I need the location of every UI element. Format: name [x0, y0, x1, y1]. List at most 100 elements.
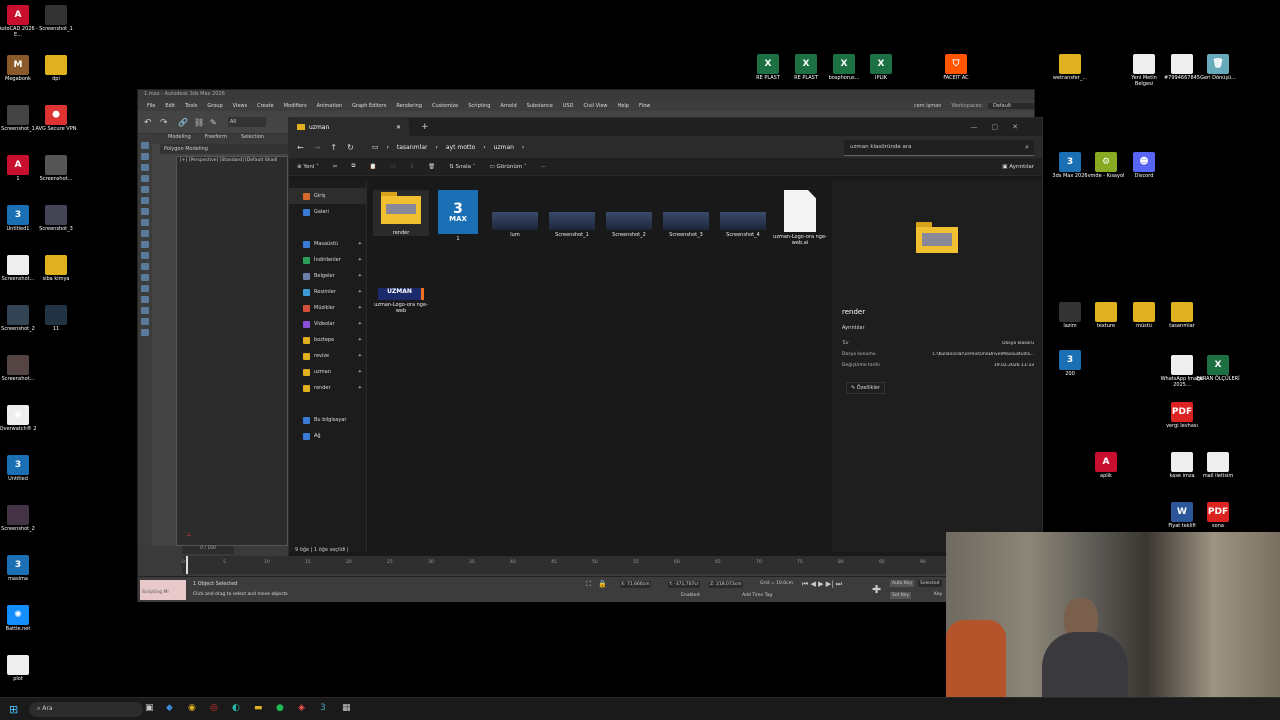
- desktop-top-icon-3[interactable]: X IPLIK: [859, 54, 903, 82]
- undo-icon[interactable]: ↶: [144, 118, 152, 128]
- taskbar-search[interactable]: ⌕ Ara: [29, 702, 143, 717]
- rename-icon[interactable]: ▭: [390, 164, 395, 170]
- pin-icon[interactable]: ✦: [358, 321, 362, 327]
- menu-arnold[interactable]: Arnold: [495, 103, 521, 109]
- start-icon[interactable]: ⊞: [9, 703, 18, 716]
- file-item-0[interactable]: render: [373, 190, 429, 236]
- file-item-2[interactable]: lum: [487, 190, 543, 238]
- opera-icon[interactable]: ◎: [210, 703, 218, 713]
- close-tab-icon[interactable]: ✕: [396, 124, 401, 131]
- timeline-track[interactable]: 0510152025303540455055606570758085909510…: [182, 556, 1032, 574]
- polygon-modeling[interactable]: Polygon Modeling: [160, 144, 290, 154]
- file-item-3[interactable]: Screenshot_1: [544, 190, 600, 238]
- file-item-6[interactable]: Screenshot_4: [715, 190, 771, 238]
- spotify-icon[interactable]: ●: [276, 703, 284, 713]
- file-item-4[interactable]: Screenshot_2: [601, 190, 657, 238]
- workspace-select[interactable]: Default: [988, 102, 1034, 109]
- explorer-icon[interactable]: ▬: [254, 703, 263, 713]
- tool-icon[interactable]: [141, 230, 149, 237]
- bind-icon[interactable]: ✎: [210, 118, 217, 127]
- nav-item-belgeler[interactable]: Belgeler ✦: [289, 268, 367, 284]
- tool-icon[interactable]: [141, 252, 149, 259]
- x-coord[interactable]: X: 71,666cm: [620, 581, 651, 588]
- tool-icon[interactable]: [141, 175, 149, 182]
- nav-item-ağ[interactable]: Ağ: [289, 428, 367, 444]
- tool-icon[interactable]: [141, 274, 149, 281]
- nav-item-videolar[interactable]: Videolar ✦: [289, 316, 367, 332]
- desktop-left-icon-7[interactable]: Screenshot...: [34, 155, 78, 183]
- desktop-left-icon-1[interactable]: Screenshot_1: [34, 5, 78, 33]
- auto-key-button[interactable]: Auto Key: [890, 580, 915, 587]
- desktop-right-icon-11[interactable]: Aaplik: [1084, 452, 1128, 480]
- ribbon-tab-selection[interactable]: Selection: [241, 134, 264, 144]
- tool-icon[interactable]: [141, 142, 149, 149]
- menu-flow[interactable]: Flow: [634, 103, 655, 109]
- menu-graph-editors[interactable]: Graph Editors: [347, 103, 391, 109]
- menu-scripting[interactable]: Scripting: [463, 103, 495, 109]
- desktop-left-icon-9[interactable]: Screenshot_3: [34, 205, 78, 233]
- menu-usd[interactable]: USD: [558, 103, 579, 109]
- selected-dropdown[interactable]: Selected: [918, 580, 942, 587]
- tool-icon[interactable]: [141, 307, 149, 314]
- properties-button[interactable]: ✎ Özellikler: [846, 382, 886, 394]
- desktop-left-icon-19[interactable]: ✺ Battle.net: [0, 605, 40, 633]
- file-item-1[interactable]: 3 MAX 1: [430, 190, 486, 242]
- menu-animation[interactable]: Animation: [312, 103, 348, 109]
- desktop-left-icon-18[interactable]: 3 masima: [0, 555, 40, 583]
- widget-icon[interactable]: ◆: [166, 703, 173, 713]
- new-tab-icon[interactable]: +: [421, 122, 429, 132]
- viewport-label[interactable]: [+] [Perspective] [Standard] [Default Sh…: [177, 157, 287, 164]
- nav-item-revize[interactable]: revize ✦: [289, 348, 367, 364]
- desktop-top-icon-5[interactable]: wetransfer_...: [1048, 54, 1092, 82]
- chrome-icon[interactable]: ◉: [188, 703, 196, 713]
- tool-icon[interactable]: [141, 285, 149, 292]
- y-coord[interactable]: Y: -371,707cr: [668, 581, 700, 588]
- refresh-icon[interactable]: ↻: [347, 143, 354, 152]
- menu-tools[interactable]: Tools: [180, 103, 202, 109]
- lock-icon[interactable]: 🔒: [598, 580, 607, 588]
- nav-item-uzman[interactable]: uzman ✦: [289, 364, 367, 380]
- tool-icon[interactable]: [141, 263, 149, 270]
- pin-icon[interactable]: ✦: [358, 369, 362, 375]
- pin-icon[interactable]: ✦: [358, 257, 362, 263]
- desktop-right-icon-6[interactable]: tasarımlar: [1160, 302, 1204, 330]
- more-icon[interactable]: ···: [541, 164, 546, 170]
- playback-controls[interactable]: ⏮ ◀ ▶ ▶| ⏭: [802, 580, 842, 589]
- details-button[interactable]: ▣ Ayrıntılar: [1002, 164, 1034, 170]
- cut-icon[interactable]: ✂: [333, 164, 338, 170]
- up-icon[interactable]: ↑: [330, 143, 337, 152]
- z-coord[interactable]: Z: 218,073cm: [709, 581, 743, 588]
- tool-icon[interactable]: [141, 153, 149, 160]
- nav-item-boztepe[interactable]: boztepe ✦: [289, 332, 367, 348]
- share-icon[interactable]: ⇪: [410, 164, 415, 170]
- nav-item-bu-bilgisayar[interactable]: Bu bilgisayar: [289, 412, 367, 428]
- view-button[interactable]: ▭ Görünüm ˅: [490, 164, 527, 170]
- tool-icon[interactable]: [141, 241, 149, 248]
- menu-rendering[interactable]: Rendering: [391, 103, 427, 109]
- desktop-left-icon-15[interactable]: ◉ Overwatch® 2: [0, 405, 40, 433]
- nav-item-galeri[interactable]: Galeri: [289, 204, 367, 220]
- pin-icon[interactable]: ✦: [358, 305, 362, 311]
- breadcrumb-2[interactable]: uzman: [494, 144, 514, 151]
- desktop-right-icon-2[interactable]: ☻ Discord: [1122, 152, 1166, 180]
- breadcrumb-1[interactable]: ayt motto: [446, 144, 475, 151]
- app-taskbar-icon[interactable]: ▦: [342, 703, 351, 713]
- unlink-icon[interactable]: ⛓: [194, 118, 204, 127]
- pin-icon[interactable]: ✦: [358, 289, 362, 295]
- pin-icon[interactable]: ✦: [358, 337, 362, 343]
- file-item-5[interactable]: Screenshot_3: [658, 190, 714, 238]
- nav-item-i̇ndirilenler[interactable]: İndirilenler ✦: [289, 252, 367, 268]
- desktop-left-icon-5[interactable]: ⬣ AVG Secure VPN: [34, 105, 78, 133]
- desktop-left-icon-16[interactable]: 3 Untitled: [0, 455, 40, 483]
- copy-icon[interactable]: ⧉: [352, 163, 356, 170]
- selection-filter[interactable]: All: [228, 117, 266, 127]
- menu-substance[interactable]: Substance: [522, 103, 558, 109]
- window-controls[interactable]: —▢✕: [971, 123, 1032, 131]
- task-view-icon[interactable]: ▣: [145, 703, 154, 713]
- viewport-perspective[interactable]: [+] [Perspective] [Standard] [Default Sh…: [176, 156, 288, 546]
- desktop-left-icon-13[interactable]: 11: [34, 305, 78, 333]
- menu-edit[interactable]: Edit: [160, 103, 180, 109]
- file-explorer-window[interactable]: uzman ✕ + —▢✕ ← → ↑ ↻ ▭ › tasarımlar › ayt…: [288, 117, 1043, 557]
- menu-civil-view[interactable]: Civil View: [578, 103, 612, 109]
- nav-item-müzikler[interactable]: Müzikler ✦: [289, 300, 367, 316]
